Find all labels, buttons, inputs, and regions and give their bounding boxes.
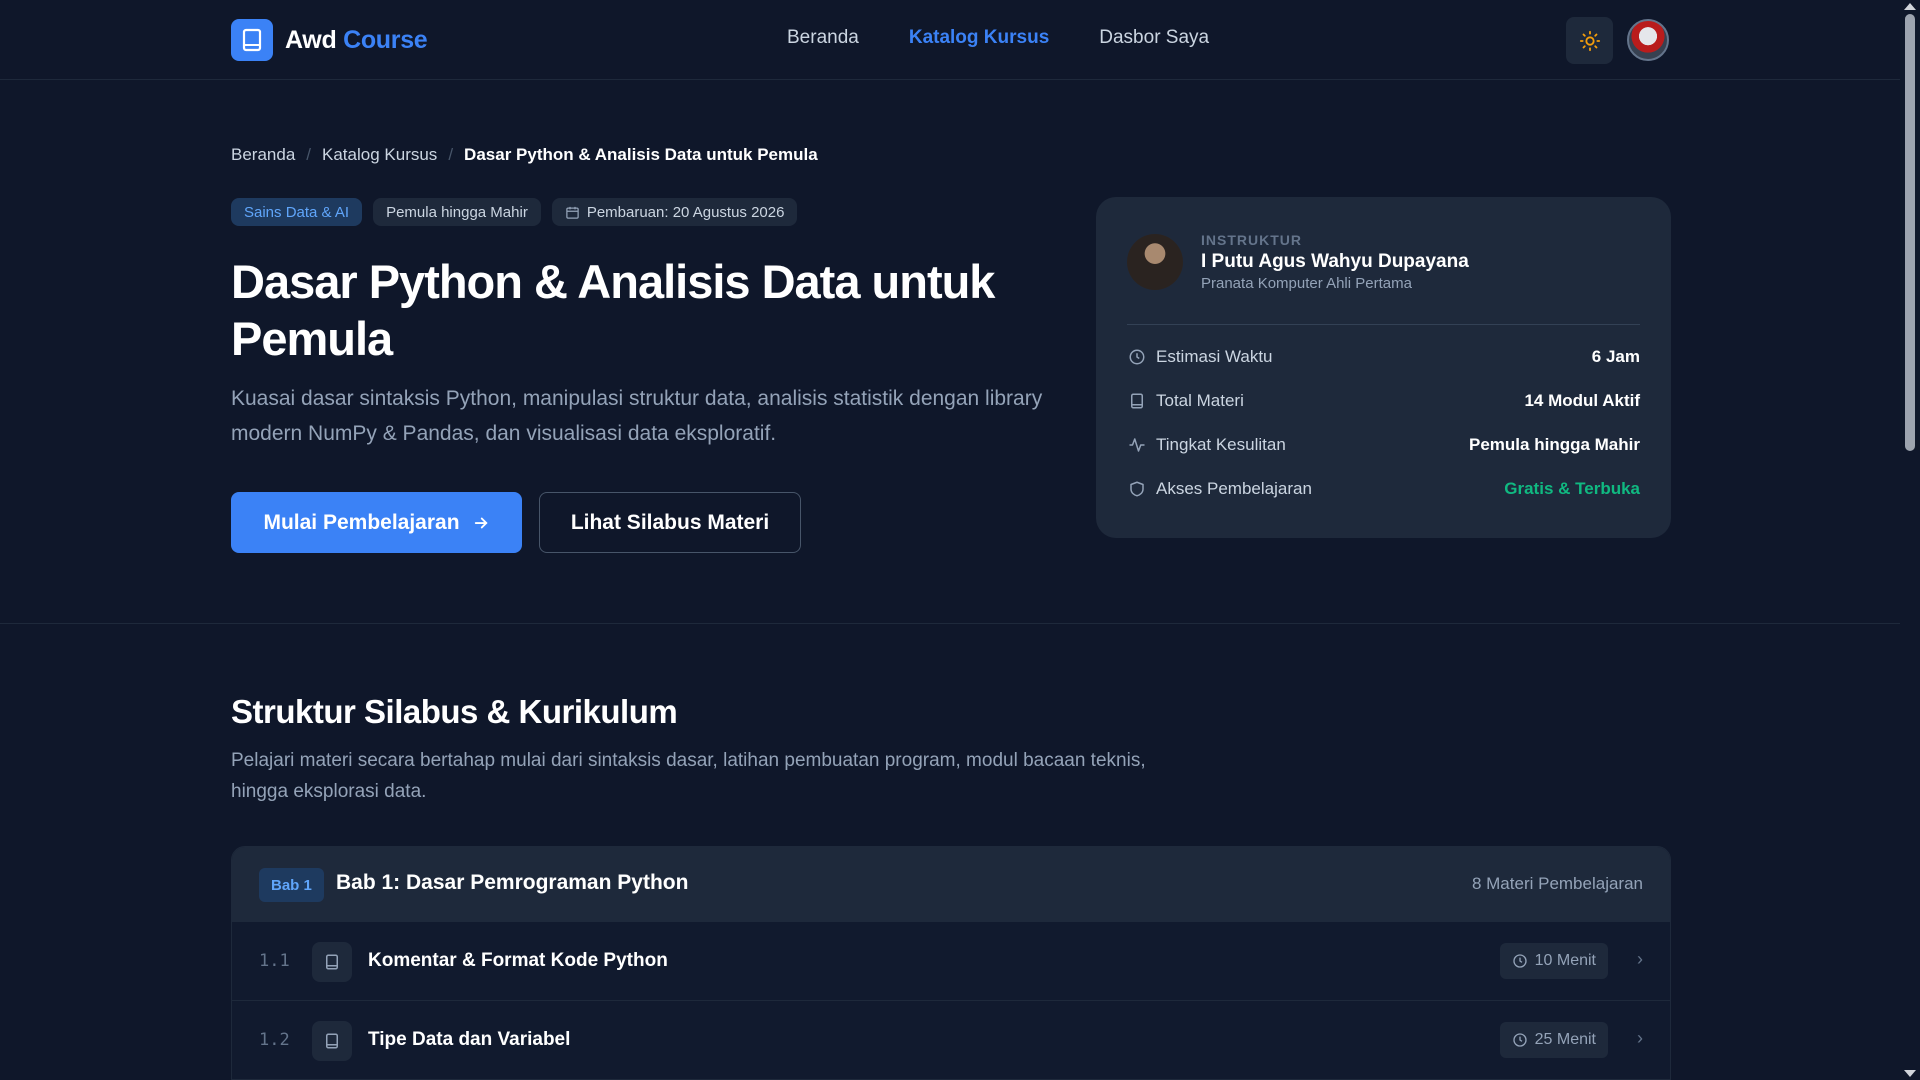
lesson-duration: 25 Menit (1499, 1022, 1608, 1058)
instructor-photo (1127, 234, 1183, 290)
start-learning-label: Mulai Pembelajaran (263, 510, 460, 534)
activity-icon (1127, 435, 1147, 455)
chapter-title: Bab 1: Dasar Pemrograman Python (336, 871, 689, 894)
stat-label: Akses Pembelajaran (1156, 479, 1312, 498)
course-description: Kuasai dasar sintaksis Python, manipulas… (231, 387, 1043, 445)
stat-access: Akses Pembelajaran Gratis & Terbuka (1127, 477, 1640, 501)
stat-label: Tingkat Kesulitan (1156, 435, 1286, 454)
chapter-badge: Bab 1 (259, 868, 324, 902)
lesson-duration-text: 25 Menit (1534, 1031, 1596, 1048)
book-icon (1127, 391, 1147, 411)
stat-total-materials: Total Materi 14 Modul Aktif (1127, 389, 1640, 413)
card-divider (1127, 324, 1640, 325)
syllabus-title: Struktur Silabus & Kurikulum (231, 693, 678, 730)
top-navbar: Awd Course Beranda Katalog Kursus Dasbor… (0, 0, 1900, 80)
shield-icon (1127, 479, 1147, 499)
chapter-card: Bab 1 Bab 1: Dasar Pemrograman Python 8 … (231, 846, 1671, 1080)
user-avatar[interactable] (1627, 19, 1669, 61)
stat-label: Total Materi (1156, 391, 1244, 410)
instructor-kicker: INSTRUKTUR (1201, 232, 1302, 248)
theme-toggle-button[interactable] (1566, 17, 1613, 64)
breadcrumb-separator: / (306, 145, 312, 164)
breadcrumb-separator: / (448, 145, 454, 164)
brand-logo-link[interactable]: Awd Course (231, 19, 428, 61)
updated-badge: Pembaruan: 20 Agustus 2026 (551, 198, 798, 226)
updated-text: Pembaruan: 20 Agustus 2026 (586, 203, 785, 221)
nav-link-katalog-kursus[interactable]: Katalog Kursus (909, 27, 1049, 49)
lesson-duration: 10 Menit (1499, 943, 1608, 979)
level-badge: Pemula hingga Mahir (373, 198, 541, 226)
breadcrumb-catalog[interactable]: Katalog Kursus (322, 145, 437, 165)
instructor-card: INSTRUKTUR I Putu Agus Wahyu Dupayana Pr… (1096, 197, 1671, 538)
brand-name-part2: Course (343, 25, 428, 54)
lesson-number: 1.2 (259, 1030, 290, 1050)
chevron-right-icon: › (1637, 949, 1643, 969)
breadcrumb-home[interactable]: Beranda (231, 145, 295, 165)
clock-icon (1127, 347, 1147, 367)
main-nav: Beranda Katalog Kursus Dasbor Saya (787, 27, 1209, 49)
scroll-up-arrow-icon[interactable] (1904, 3, 1916, 10)
view-syllabus-button[interactable]: Lihat Silabus Materi (539, 492, 801, 553)
chevron-right-icon: › (1637, 1028, 1643, 1048)
arrow-right-icon (474, 517, 488, 528)
stat-value: Gratis & Terbuka (1504, 479, 1640, 498)
course-hero: Beranda / Katalog Kursus / Dasar Python … (0, 81, 1900, 624)
breadcrumb-current: Dasar Python & Analisis Data untuk Pemul… (464, 145, 818, 164)
course-title: Dasar Python & Analisis Data untuk Pemul… (231, 255, 995, 365)
instructor-name: I Putu Agus Wahyu Dupayana (1201, 251, 1469, 272)
lesson-row[interactable]: 1.2 Tipe Data dan Variabel 25 Menit › (232, 1001, 1670, 1080)
lesson-number: 1.1 (259, 951, 290, 971)
category-badge: Sains Data & AI (231, 198, 363, 226)
brand-name: Awd Course (285, 25, 428, 55)
page-scrollbar[interactable] (1900, 0, 1920, 1080)
lesson-duration-text: 10 Menit (1534, 952, 1596, 969)
chapter-header[interactable]: Bab 1 Bab 1: Dasar Pemrograman Python 8 … (232, 847, 1670, 922)
stat-difficulty: Tingkat Kesulitan Pemula hingga Mahir (1127, 433, 1640, 457)
stat-value: 6 Jam (1591, 347, 1640, 366)
syllabus-description: Pelajari materi secara bertahap mulai da… (231, 750, 1146, 802)
start-learning-button[interactable]: Mulai Pembelajaran (231, 492, 522, 553)
clock-icon (1512, 954, 1527, 968)
book-logo-icon (231, 19, 273, 61)
stat-estimated-time: Estimasi Waktu 6 Jam (1127, 345, 1640, 369)
lesson-title: Tipe Data dan Variabel (368, 1029, 571, 1050)
lesson-title: Komentar & Format Kode Python (368, 950, 668, 971)
instructor-role: Pranata Komputer Ahli Pertama (1201, 275, 1412, 292)
sun-icon (1579, 30, 1600, 51)
nav-link-beranda[interactable]: Beranda (787, 27, 859, 49)
clock-icon (1512, 1033, 1527, 1047)
chapter-lesson-count: 8 Materi Pembelajaran (1471, 874, 1643, 893)
stat-value: Pemula hingga Mahir (1469, 435, 1640, 454)
stat-value: 14 Modul Aktif (1524, 391, 1640, 410)
calendar-icon (566, 206, 579, 219)
scroll-down-arrow-icon[interactable] (1904, 1070, 1916, 1077)
brand-name-part1: Awd (285, 25, 337, 54)
book-icon (312, 1021, 352, 1061)
book-icon (312, 942, 352, 982)
nav-link-dasbor-saya[interactable]: Dasbor Saya (1099, 27, 1209, 49)
lesson-row[interactable]: 1.1 Komentar & Format Kode Python 10 Men… (232, 922, 1670, 1001)
scrollbar-thumb[interactable] (1905, 14, 1915, 451)
breadcrumb: Beranda / Katalog Kursus / Dasar Python … (231, 145, 818, 165)
course-tags: Sains Data & AI Pemula hingga Mahir Pemb… (231, 198, 798, 226)
stat-label: Estimasi Waktu (1156, 347, 1273, 366)
